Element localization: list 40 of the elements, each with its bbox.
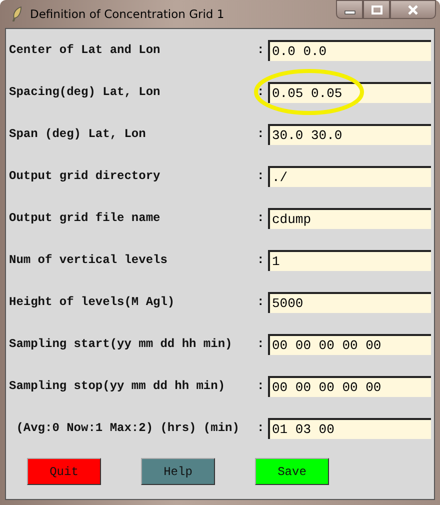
field-label: Output grid directory <box>9 169 162 183</box>
maximize-icon <box>370 4 382 14</box>
field-label: Center of Lat and Lon <box>9 43 162 57</box>
colon-separator: : <box>257 169 266 183</box>
field-label: Num of vertical levels <box>9 253 168 267</box>
input-field[interactable]: 00 00 00 00 00 <box>268 376 431 396</box>
colon-separator: : <box>257 421 266 435</box>
input-field[interactable]: 1 <box>268 250 431 270</box>
colon-separator: : <box>257 253 266 267</box>
colon-separator: : <box>257 127 266 141</box>
field-label: Sampling stop(yy mm dd hh min) <box>9 379 226 393</box>
close-icon <box>407 4 419 14</box>
colon-separator: : <box>257 295 266 309</box>
field-label: Height of levels(M Agl) <box>9 295 176 309</box>
feather-icon <box>11 6 23 22</box>
input-field[interactable]: 0.0 0.0 <box>268 40 431 60</box>
field-label: Span (deg) Lat, Lon <box>9 127 147 141</box>
colon-separator: : <box>257 85 266 99</box>
input-field[interactable]: 01 03 00 <box>268 418 431 438</box>
action-button[interactable]: Help <box>141 458 215 485</box>
input-field[interactable]: 5000 <box>268 292 431 312</box>
colon-separator: : <box>257 43 266 57</box>
colon-separator: : <box>257 379 266 393</box>
field-label: Sampling start(yy mm dd hh min) <box>9 337 234 351</box>
input-field[interactable]: cdump <box>268 208 431 228</box>
input-field[interactable]: 30.0 30.0 <box>268 124 431 144</box>
window-title: Definition of Concentration Grid 1 <box>30 7 224 21</box>
minimize-button[interactable] <box>336 0 363 19</box>
colon-separator: : <box>257 337 266 351</box>
input-field[interactable]: 0.05 0.05 <box>268 82 431 102</box>
maximize-button[interactable] <box>363 0 390 19</box>
colon-separator: : <box>257 211 266 225</box>
action-button[interactable]: Save <box>255 458 329 485</box>
input-field[interactable]: 00 00 00 00 00 <box>268 334 431 354</box>
field-label: Spacing(deg) Lat, Lon <box>9 85 162 99</box>
action-button[interactable]: Quit <box>27 458 101 485</box>
field-label: Output grid file name <box>9 211 162 225</box>
close-button[interactable] <box>390 0 436 19</box>
field-label: (Avg:0 Now:1 Max:2) (hrs) (min) <box>15 421 240 435</box>
input-field[interactable]: ./ <box>268 166 431 186</box>
